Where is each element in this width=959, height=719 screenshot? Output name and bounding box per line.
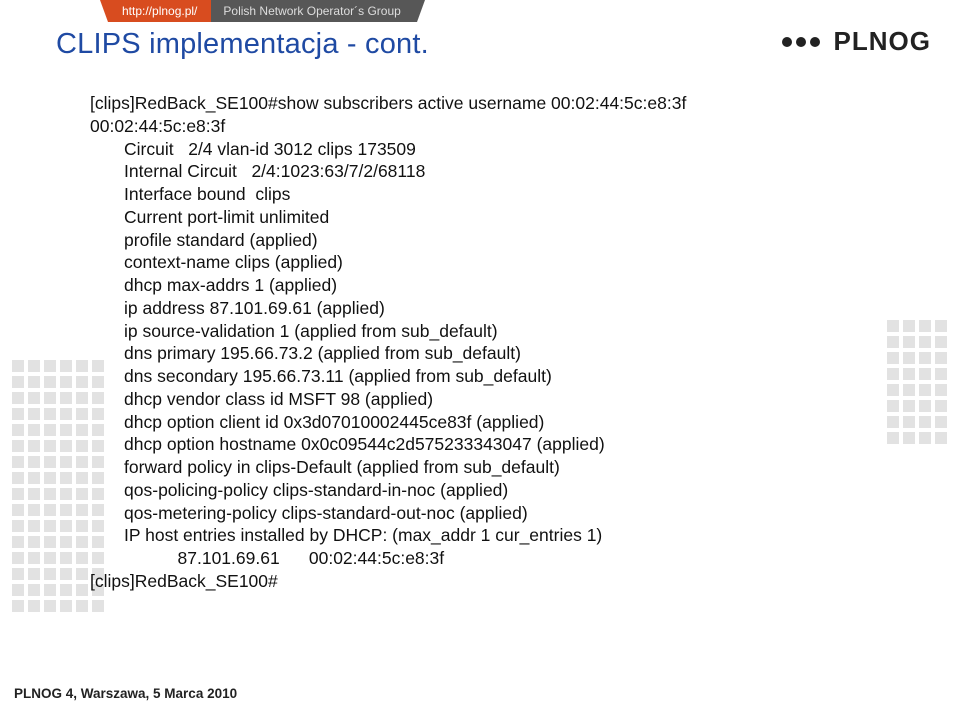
url-text: http://plnog.pl/ (122, 4, 197, 18)
url-tab[interactable]: http://plnog.pl/ (108, 0, 211, 22)
cli-output: [clips]RedBack_SE100#show subscribers ac… (90, 92, 889, 593)
footer-text: PLNOG 4, Warszawa, 5 Marca 2010 (14, 686, 237, 701)
logo-dots-icon (782, 37, 820, 47)
top-bar: http://plnog.pl/ Polish Network Operator… (0, 0, 959, 22)
logo-text: PLNOG (834, 26, 931, 57)
group-tab: Polish Network Operator´s Group (211, 0, 416, 22)
group-text: Polish Network Operator´s Group (223, 4, 400, 18)
page-title: CLIPS implementacja - cont. (56, 28, 429, 61)
decorative-squares-right (887, 320, 947, 444)
logo-area: PLNOG (782, 26, 931, 57)
